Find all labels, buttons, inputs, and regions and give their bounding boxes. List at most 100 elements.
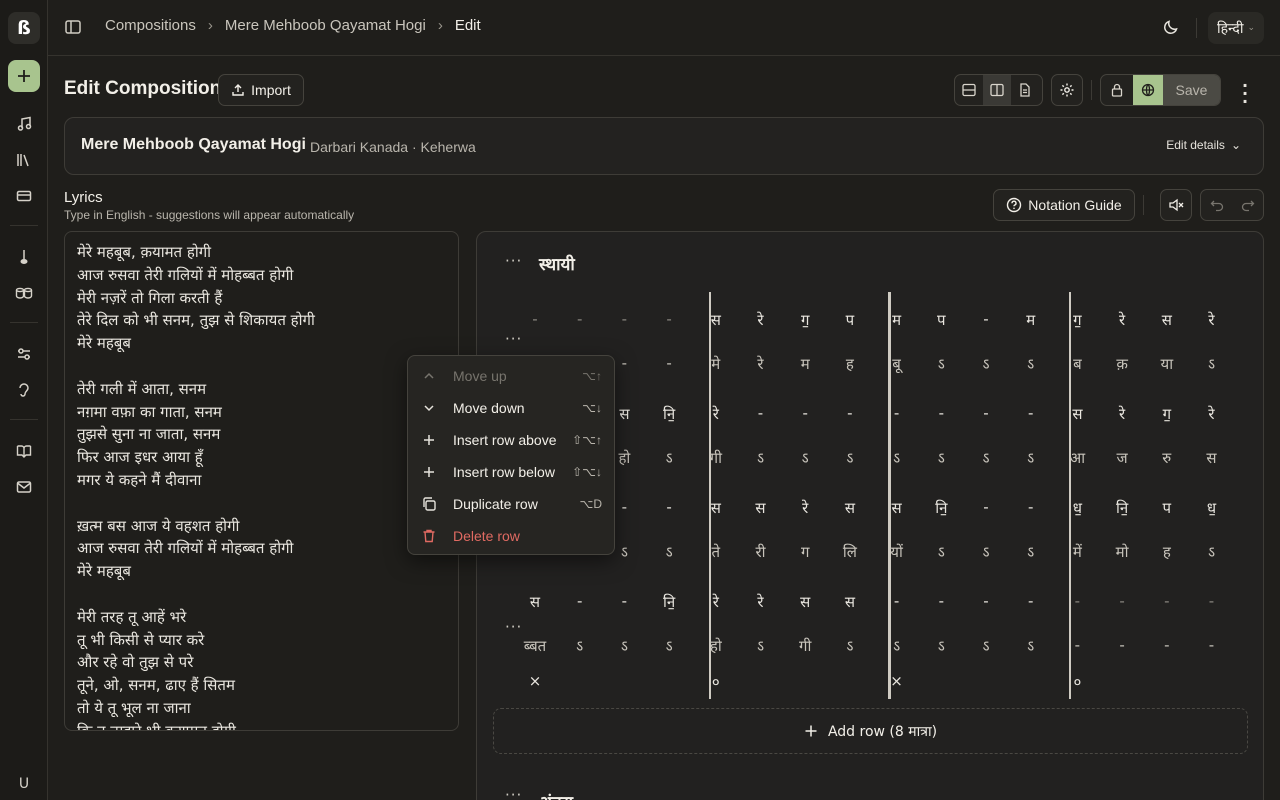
swar-cell[interactable]: रे	[696, 592, 736, 612]
bol-cell[interactable]: ह	[1147, 542, 1187, 562]
stacked-view-icon[interactable]	[955, 75, 983, 105]
bol-cell[interactable]: ऽ	[1011, 354, 1051, 374]
swar-cell[interactable]: -	[966, 404, 1006, 422]
bol-cell[interactable]: ऽ	[966, 542, 1006, 562]
swar-cell[interactable]: स	[515, 592, 555, 612]
bol-cell[interactable]: ऽ	[649, 542, 689, 562]
bol-cell[interactable]: क़	[1102, 354, 1142, 374]
bol-cell[interactable]: ऽ	[1011, 636, 1051, 656]
swar-cell[interactable]: रे	[741, 592, 781, 612]
bol-cell[interactable]: गी	[696, 448, 736, 468]
bol-cell[interactable]: ऽ	[785, 448, 825, 468]
bol-cell[interactable]: ऽ	[1192, 542, 1232, 562]
bol-cell[interactable]: ऽ	[830, 448, 870, 468]
bol-cell[interactable]: ऽ	[649, 636, 689, 656]
swar-cell[interactable]: -	[966, 498, 1006, 516]
section-menu-icon[interactable]: ···	[505, 252, 522, 270]
swar-cell[interactable]: -	[1011, 498, 1051, 516]
swar-cell[interactable]: -	[1057, 592, 1097, 610]
sliders-icon[interactable]	[12, 342, 36, 366]
bol-cell[interactable]: बू	[877, 354, 917, 374]
bol-cell[interactable]: ऽ	[649, 448, 689, 468]
bol-cell[interactable]: ब	[1057, 354, 1097, 374]
bol-cell[interactable]: आ	[1057, 448, 1097, 468]
swar-cell[interactable]: रे	[1102, 310, 1142, 330]
user-avatar[interactable]: U	[8, 768, 40, 800]
bol-cell[interactable]: रु	[1147, 448, 1187, 468]
bol-cell[interactable]: ऽ	[966, 636, 1006, 656]
swar-cell[interactable]: स	[741, 498, 781, 518]
swar-cell[interactable]: -	[604, 310, 644, 328]
swar-cell[interactable]: रे	[1192, 310, 1232, 330]
swar-cell[interactable]: रे	[1192, 404, 1232, 424]
bol-cell[interactable]: ऽ	[877, 636, 917, 656]
swar-cell[interactable]: -	[966, 310, 1006, 328]
split-view-icon[interactable]	[983, 75, 1011, 105]
swar-cell[interactable]: रे	[696, 404, 736, 424]
redo-icon[interactable]	[1232, 190, 1263, 220]
edit-details-button[interactable]: Edit details ⌄	[1166, 138, 1241, 152]
add-row-button[interactable]: Add row (8 मात्रा)	[493, 708, 1248, 754]
tanpura-icon[interactable]	[12, 245, 36, 269]
swar-cell[interactable]: रे	[785, 498, 825, 518]
swar-cell[interactable]: ग॒	[1057, 310, 1097, 330]
bol-cell[interactable]: म	[785, 354, 825, 374]
bol-cell[interactable]: ऽ	[830, 636, 870, 656]
bol-cell[interactable]: ऽ	[877, 448, 917, 468]
swar-cell[interactable]: नि॒	[921, 498, 961, 518]
bol-cell[interactable]: -	[1192, 636, 1232, 654]
menu-item-delete-row[interactable]: Delete row	[408, 520, 614, 552]
bol-cell[interactable]: ऽ	[1011, 448, 1051, 468]
bol-cell[interactable]: -	[1147, 636, 1187, 654]
swar-cell[interactable]: -	[515, 310, 555, 328]
import-button[interactable]: Import	[218, 74, 304, 106]
swar-cell[interactable]: ग॒	[785, 310, 825, 330]
bol-cell[interactable]: ज	[1102, 448, 1142, 468]
swar-cell[interactable]: नि॒	[649, 404, 689, 424]
bol-cell[interactable]: ऽ	[921, 448, 961, 468]
section-menu-icon[interactable]: ···	[505, 786, 522, 800]
swar-cell[interactable]: नि॒	[649, 592, 689, 612]
bol-cell[interactable]: या	[1147, 354, 1187, 374]
sidebar-toggle-icon[interactable]	[64, 18, 82, 36]
swar-cell[interactable]: -	[830, 404, 870, 422]
swar-cell[interactable]: -	[921, 592, 961, 610]
bol-cell[interactable]: मे	[696, 354, 736, 374]
swar-cell[interactable]: स	[1057, 404, 1097, 424]
bol-cell[interactable]: में	[1057, 542, 1097, 562]
swar-cell[interactable]: -	[921, 404, 961, 422]
more-vertical-icon[interactable]: · · ·	[1237, 78, 1253, 110]
swar-cell[interactable]: -	[1192, 592, 1232, 610]
music-note-icon[interactable]	[12, 112, 36, 136]
swar-cell[interactable]: -	[966, 592, 1006, 610]
bol-cell[interactable]: ऽ	[1192, 354, 1232, 374]
bol-cell[interactable]: ऽ	[741, 636, 781, 656]
row-menu-icon[interactable]: ···	[505, 618, 522, 636]
globe-icon[interactable]	[1133, 75, 1163, 105]
bol-cell[interactable]: ऽ	[921, 354, 961, 374]
swar-cell[interactable]: प	[830, 310, 870, 330]
app-logo[interactable]: ß	[8, 12, 40, 44]
bol-cell[interactable]: लि	[830, 542, 870, 562]
menu-item-duplicate-row[interactable]: Duplicate row ⌥D	[408, 488, 614, 520]
bol-cell[interactable]: मो	[1102, 542, 1142, 562]
swar-cell[interactable]: -	[785, 404, 825, 422]
swar-cell[interactable]: प	[921, 310, 961, 330]
bol-cell[interactable]: ग	[785, 542, 825, 562]
bol-cell[interactable]: ऽ	[560, 636, 600, 656]
swar-cell[interactable]: म	[1011, 310, 1051, 330]
swar-cell[interactable]: रे	[1102, 404, 1142, 424]
swar-cell[interactable]: -	[560, 310, 600, 328]
menu-item-insert-row-above[interactable]: Insert row above ⇧⌥↑	[408, 424, 614, 456]
book-icon[interactable]	[12, 439, 36, 463]
ear-icon[interactable]	[12, 378, 36, 402]
swar-cell[interactable]: -	[877, 592, 917, 610]
swar-cell[interactable]: -	[1011, 404, 1051, 422]
swar-cell[interactable]: स	[696, 498, 736, 518]
bol-cell[interactable]: -	[1057, 636, 1097, 654]
bol-cell[interactable]: ते	[696, 542, 736, 562]
bol-cell[interactable]: ऽ	[741, 448, 781, 468]
swar-cell[interactable]: -	[604, 592, 644, 610]
bol-cell[interactable]: -	[649, 354, 689, 372]
bol-cell[interactable]: -	[1102, 636, 1142, 654]
